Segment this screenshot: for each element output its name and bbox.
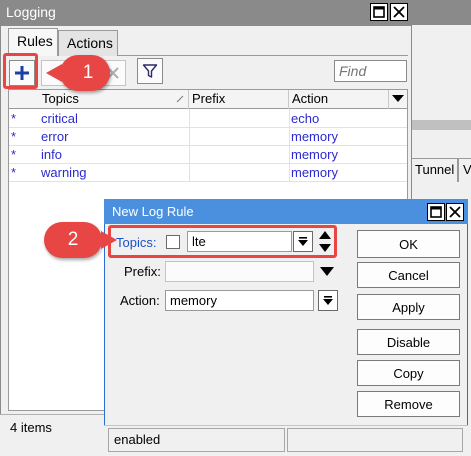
funnel-icon: [142, 64, 158, 78]
find-input[interactable]: [334, 60, 407, 82]
chevron-down-icon: [323, 295, 333, 305]
table-row[interactable]: * error memory: [9, 128, 407, 146]
background-window-titlebar: [410, 0, 471, 25]
column-menu-button[interactable]: [389, 90, 407, 109]
status-enabled: enabled: [108, 428, 285, 452]
background-window-toolbar: [410, 120, 471, 130]
remove-rule-button[interactable]: Remove: [357, 391, 460, 417]
ok-button[interactable]: OK: [357, 230, 460, 258]
table-header: Topics Prefix Action: [9, 90, 407, 109]
maximize-icon[interactable]: [370, 3, 388, 21]
filter-button[interactable]: [137, 58, 163, 84]
prefix-field[interactable]: [165, 261, 314, 282]
row-marker: *: [11, 165, 17, 180]
tab-rules[interactable]: Rules: [8, 28, 58, 56]
window-title: Logging: [6, 4, 56, 20]
sort-icon: [176, 95, 184, 103]
add-button-highlight: [3, 53, 38, 89]
disable-button[interactable]: Disable: [357, 329, 460, 355]
column-header-prefix[interactable]: Prefix: [189, 90, 289, 109]
row-action: memory: [291, 129, 338, 144]
action-select[interactable]: memory: [165, 290, 314, 311]
tab-actions[interactable]: Actions: [58, 30, 118, 56]
tab-divider: [118, 55, 408, 56]
column-header-label: Topics: [42, 91, 79, 106]
row-action: memory: [291, 165, 338, 180]
column-header-action[interactable]: Action: [289, 90, 389, 109]
row-topics: error: [41, 129, 69, 144]
items-count: 4 items: [10, 420, 52, 435]
maximize-icon[interactable]: [427, 203, 445, 221]
row-marker: *: [11, 111, 17, 126]
close-icon[interactable]: [446, 203, 464, 221]
close-icon[interactable]: [390, 3, 408, 21]
dialog-title: New Log Rule: [112, 204, 194, 219]
row-marker: *: [11, 129, 17, 144]
topics-row-highlight: [108, 225, 337, 258]
column-header-topics[interactable]: Topics: [39, 90, 189, 109]
status-cell-empty: [287, 428, 463, 452]
logging-titlebar: [0, 0, 412, 26]
table-row[interactable]: * info memory: [9, 146, 407, 164]
row-topics: critical: [41, 111, 78, 126]
table-row[interactable]: * warning memory: [9, 164, 407, 182]
step-1-callout: 1: [46, 55, 110, 91]
row-topics: warning: [41, 165, 87, 180]
row-marker: *: [11, 147, 17, 162]
row-action: echo: [291, 111, 320, 126]
chevron-down-icon: [392, 95, 404, 102]
row-topics: info: [41, 147, 62, 162]
apply-button[interactable]: Apply: [357, 294, 460, 320]
chevron-down-icon: [320, 267, 334, 276]
tab-tunnel[interactable]: Tunnel: [410, 158, 458, 182]
action-label: Action:: [120, 293, 160, 308]
action-dropdown-button[interactable]: [318, 290, 338, 311]
table-row[interactable]: * critical echo: [9, 110, 407, 128]
prefix-dropdown-button[interactable]: [318, 263, 336, 281]
tab-v[interactable]: V: [458, 158, 471, 182]
row-action: memory: [291, 147, 338, 162]
copy-button[interactable]: Copy: [357, 360, 460, 386]
step-2-callout: 2: [44, 222, 117, 258]
cancel-button[interactable]: Cancel: [357, 262, 460, 288]
prefix-label: Prefix:: [124, 264, 161, 279]
